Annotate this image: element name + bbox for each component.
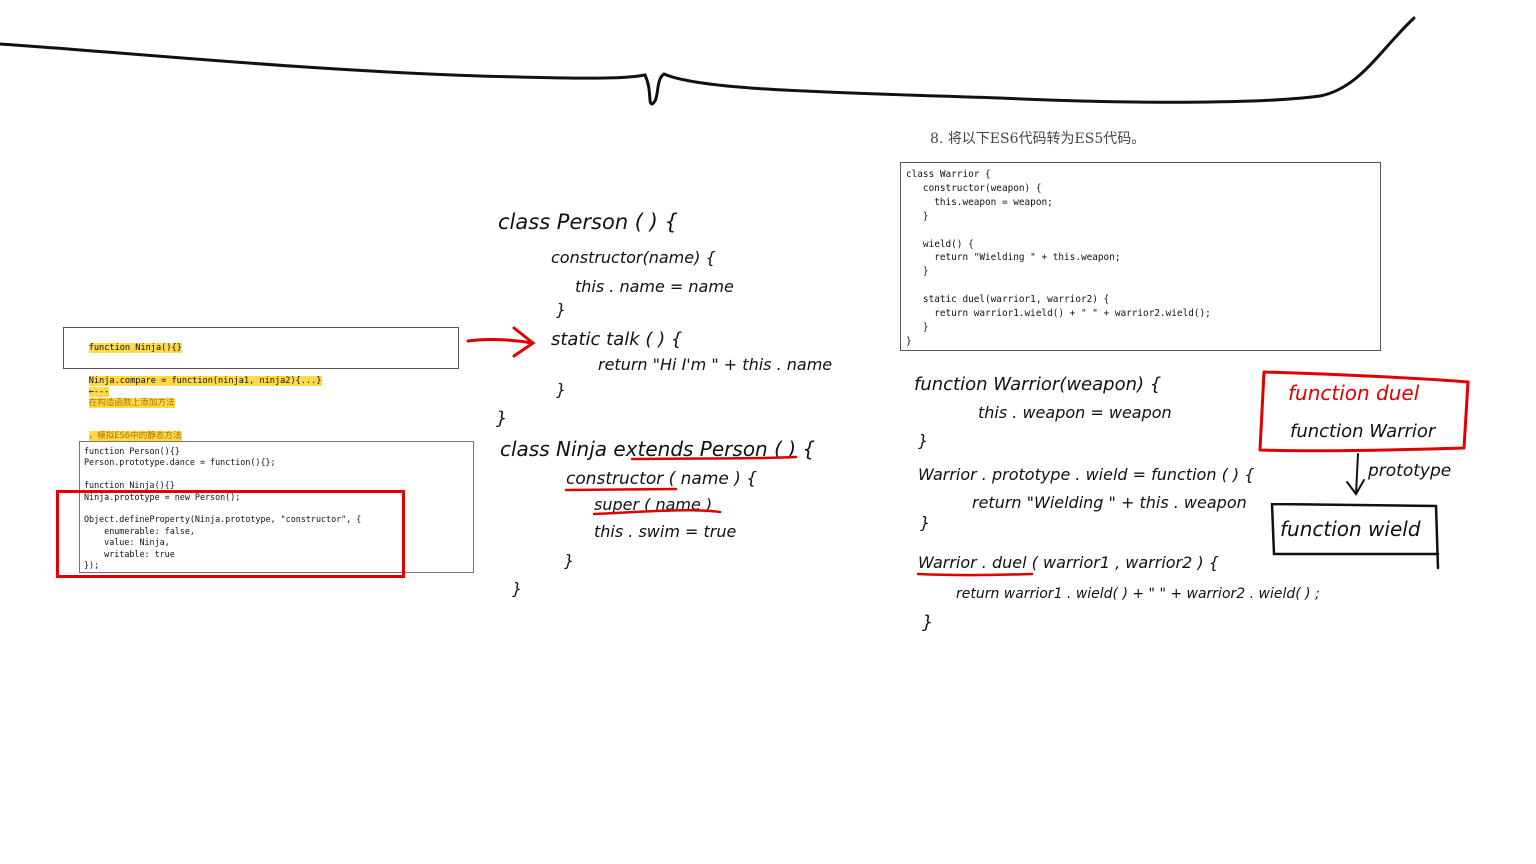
hw-warrior-l5: return "Wielding " + this . weapon [972, 493, 1247, 512]
hw-person-l3: this . name = name [575, 277, 734, 296]
hw-ninja-l4: this . swim = true [594, 522, 736, 541]
underline-constructor [564, 487, 678, 492]
prototype-snippet-line: Person.prototype.dance = function(){}; [84, 457, 276, 468]
snippet-line1: function Ninja(){} [88, 343, 182, 353]
snippet-line2-note: 在构造函数上添加方法 [88, 398, 175, 408]
warrior-code-box: class Warrior { constructor(weapon) { th… [900, 162, 1381, 351]
hw-ninja-l5: } [564, 551, 574, 570]
hw-warrior-l3: } [918, 431, 928, 450]
question-number: 8. [930, 131, 944, 147]
warrior-code-line: class Warrior { [906, 169, 991, 180]
hw-person-l4: } [556, 300, 566, 319]
snippet-line2-code: Ninja.compare = function(ninja1, ninja2)… [88, 376, 322, 386]
prototype-snippet-line [84, 469, 469, 480]
question-text: 将以下ES6代码转为ES5代码。 [947, 131, 1146, 147]
hw-warrior-l6: } [920, 513, 930, 532]
hw-warrior-l7: Warrior . duel ( warrior1 , warrior2 ) { [918, 553, 1219, 572]
warrior-code-line: wield() { [906, 238, 974, 250]
hw-person-l8: } [496, 408, 507, 429]
hw-person-l6: return "Hi I'm " + this . name [598, 355, 832, 374]
prototype-arrow [1346, 453, 1365, 496]
snippet-line2-arrow: ←--- [88, 387, 110, 397]
hw-person-l7: } [556, 380, 566, 399]
hw-warrior-l9: } [922, 612, 933, 633]
warrior-code-line: } [906, 335, 912, 347]
hw-person-l2: constructor(name) { [551, 248, 716, 267]
warrior-code-line: this.weapon = weapon; [906, 196, 1053, 208]
warrior-code-line [906, 279, 1375, 293]
snippet-line3: ，模拟ES6中的静态方法 [88, 431, 182, 441]
diagram-warrior-label: function Warrior [1290, 421, 1437, 442]
warrior-code-line: } [906, 210, 929, 222]
hw-ninja-l2: constructor ( name ) { [566, 469, 757, 489]
hw-person-l5: static talk ( ) { [551, 329, 682, 350]
warrior-code-line [906, 224, 1375, 238]
prototype-snippet-line: function Person(){} [84, 446, 180, 456]
underline-warrior-duel [916, 572, 1034, 577]
top-wave-stroke [0, 16, 1416, 106]
warrior-code-lines: class Warrior { constructor(weapon) { th… [906, 168, 1375, 349]
diagram-wield-label: function wield [1280, 517, 1421, 541]
warrior-code-line: return warrior1.wield() + " " + warrior2… [906, 308, 1211, 320]
hw-ninja-l6: } [512, 579, 522, 598]
question-heading: 8. 将以下ES6代码转为ES5代码。 [930, 128, 1145, 148]
diagram-duel-label: function duel [1288, 381, 1420, 405]
hw-person-l1: class Person ( ) { [498, 210, 678, 234]
warrior-code-line: static duel(warrior1, warrior2) { [906, 294, 1110, 306]
red-arrow [466, 326, 536, 358]
hw-warrior-l8: return warrior1 . wield( ) + " " + warri… [956, 586, 1320, 602]
hw-warrior-l1: function Warrior(weapon) { [914, 374, 1161, 395]
red-highlight-box [56, 490, 405, 578]
hw-warrior-l2: this . weapon = weapon [978, 403, 1172, 422]
warrior-code-line: } [906, 266, 929, 278]
warrior-code-line: return "Wielding " + this.weapon; [906, 252, 1121, 264]
warrior-code-line: } [906, 321, 929, 333]
hw-warrior-l4: Warrior . prototype . wield = function (… [918, 465, 1254, 484]
static-method-snippet: function Ninja(){} Ninja.compare = funct… [63, 327, 459, 441]
warrior-code-line: constructor(weapon) { [906, 182, 1042, 194]
prototype-label: prototype [1367, 461, 1451, 481]
